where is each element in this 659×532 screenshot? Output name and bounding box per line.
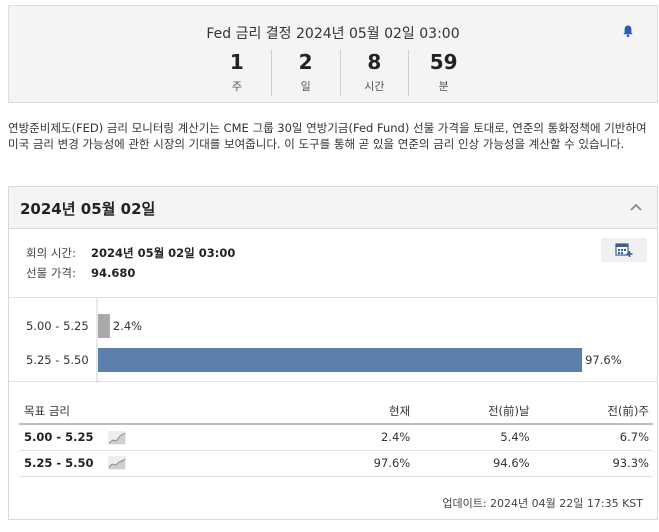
probability-chart: 5.00 - 5.25 2.4% 5.25 - 5.50 97.6% [9,297,657,383]
panel-header[interactable]: 2024년 05월 02일 [9,187,657,229]
countdown-box: Fed 금리 결정 2024년 05월 02일 03:00 1 주 2 일 8 … [8,5,658,103]
chart-category-label: 5.00 - 5.25 [26,319,89,333]
table-row: 5.00 - 5.25 2.4% 5.4% 6.7% [19,424,653,451]
meeting-time-label: 회의 시간: [26,246,76,260]
chart-bar[interactable] [98,348,583,372]
probability-chart-svg: 5.00 - 5.25 2.4% 5.25 - 5.50 97.6% [26,298,622,383]
futures-price-label: 선물 가격: [26,266,76,280]
sparkline-icon[interactable] [107,430,126,445]
chevron-up-icon[interactable] [629,201,643,213]
sparkline-icon[interactable] [107,456,126,471]
chart-value-label: 97.6% [585,353,622,367]
chart-category-label: 5.25 - 5.50 [26,353,89,367]
probability-table: 목표 금리 현재 전(前)날 전(前)주 5.00 - 5.25 2.4% 5.… [19,399,653,477]
row-prev-day: 94.6% [414,450,534,477]
countdown-weeks: 1 주 [203,50,272,96]
calendar-add-icon [615,243,633,257]
chart-bar[interactable] [98,314,110,338]
bell-icon[interactable] [621,24,635,38]
countdown-days-value: 2 [298,50,313,74]
countdown-minutes: 59 분 [409,50,478,96]
header-prev-day: 전(前)날 [414,399,534,425]
countdown-units: 1 주 2 일 8 시간 59 분 [203,50,478,98]
meeting-time-value: 2024년 05월 02일 03:00 [91,246,236,260]
header-target-rate: 목표 금리 [19,399,309,425]
row-current: 97.6% [308,450,415,477]
table-header-row: 목표 금리 현재 전(前)날 전(前)주 [19,399,653,425]
meeting-info: 회의 시간: 2024년 05월 02일 03:00 선물 가격: 94.680 [26,243,235,283]
countdown-minutes-value: 59 [429,50,458,74]
row-range-cell: 5.25 - 5.50 [19,450,309,477]
countdown-hours: 8 시간 [341,50,410,96]
countdown-days: 2 일 [272,50,341,96]
add-to-calendar-button[interactable] [601,238,647,262]
row-range-label: 5.00 - 5.25 [24,430,94,444]
tool-description: 연방준비제도(FED) 금리 모니터링 계산기는 CME 그룹 30일 연방기금… [8,121,647,151]
table-row: 5.25 - 5.50 97.6% 94.6% 93.3% [19,450,653,477]
countdown-minutes-label: 분 [438,80,449,93]
panel-title: 2024년 05월 02일 [20,200,156,218]
countdown-title: Fed 금리 결정 2024년 05월 02일 03:00 [206,26,460,42]
countdown-hours-label: 시간 [364,80,385,93]
futures-price-value: 94.680 [91,266,136,280]
header-current: 현재 [308,399,415,425]
updated-timestamp: 업데이트: 2024년 04월 22일 17:35 KST [442,497,643,510]
row-current: 2.4% [308,424,415,451]
row-prev-week: 93.3% [533,450,653,477]
row-range-cell: 5.00 - 5.25 [19,424,309,451]
header-prev-week: 전(前)주 [533,399,653,425]
meeting-time-row: 회의 시간: 2024년 05월 02일 03:00 [26,243,235,263]
countdown-days-label: 일 [300,80,311,93]
row-prev-week: 6.7% [533,424,653,451]
chart-value-label: 2.4% [113,319,142,333]
countdown-weeks-label: 주 [231,80,242,93]
row-range-label: 5.25 - 5.50 [24,455,94,470]
row-prev-day: 5.4% [414,424,534,451]
countdown-hours-value: 8 [367,50,382,74]
countdown-weeks-value: 1 [229,50,244,74]
futures-price-row: 선물 가격: 94.680 [26,263,235,283]
meeting-panel: 2024년 05월 02일 회의 시간: 2024년 05월 02일 03:00… [8,186,658,520]
